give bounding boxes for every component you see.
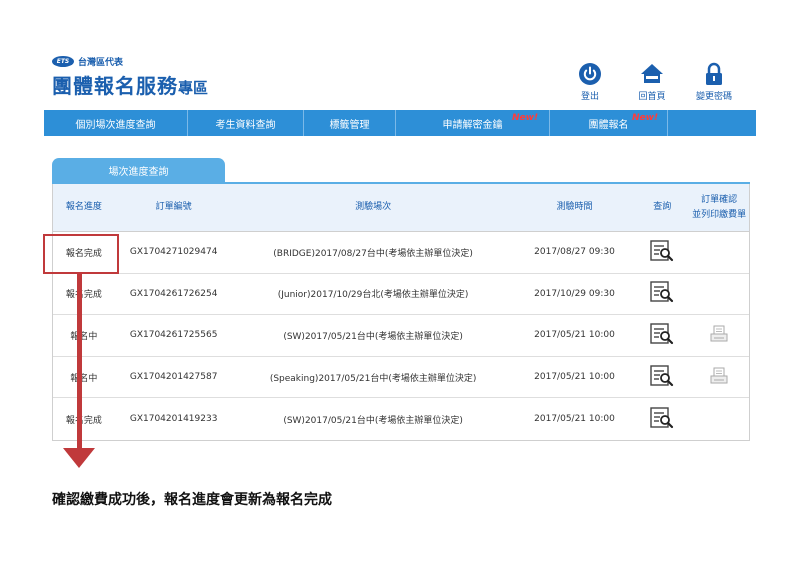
- nav-label: 標籤管理: [329, 119, 370, 131]
- confirm-cell: [689, 367, 749, 388]
- table-row: 報名中 GX1704261725565 (SW)2017/05/21台中(考場依主辦…: [53, 315, 749, 357]
- header-confirm-line1: 訂單確認: [701, 194, 738, 205]
- query-cell: [635, 240, 689, 265]
- nav-group-registration[interactable]: 團體報名 New!: [550, 110, 668, 136]
- top-links: 登出 回首頁 變更密碼: [566, 62, 738, 102]
- power-icon: [579, 63, 601, 85]
- session-cell: (BRIDGE)2017/08/27台中(考場依主辦單位決定): [273, 248, 473, 259]
- caption: 確認繳費成功後，報名進度會更新為報名完成: [52, 492, 332, 508]
- home-link[interactable]: 回首頁: [628, 62, 676, 102]
- query-cell: [635, 323, 689, 348]
- header-status: 報名進度: [65, 202, 102, 212]
- logout-link[interactable]: 登出: [566, 62, 614, 102]
- brand-logo: ETS 台灣區代表 團體報名服務專區: [52, 55, 208, 99]
- table-row: 報名完成 GX1704271029474 (BRIDGE)2017/08/27台中(…: [53, 232, 749, 274]
- brand-region: 台灣區代表: [78, 58, 124, 68]
- print-icon[interactable]: [710, 367, 728, 385]
- query-cell: [635, 406, 689, 432]
- nav-decryption-key[interactable]: 申請解密金鑰 New!: [396, 110, 550, 136]
- search-list-icon[interactable]: [650, 323, 674, 345]
- nav-label: 個別場次進度查詢: [75, 119, 156, 131]
- query-cell: [635, 281, 689, 306]
- order-no-cell: GX1704261726254: [129, 288, 218, 299]
- status-cell: 報名完成: [65, 290, 102, 301]
- ets-logo-icon: ETS: [52, 56, 74, 67]
- nav-label: 考生資料查詢: [215, 119, 276, 131]
- print-icon[interactable]: [710, 325, 728, 343]
- status-cell: 報名中: [70, 373, 98, 384]
- nav-label: 申請解密金鑰: [442, 119, 503, 131]
- time-cell: 2017/05/21 10:00: [534, 414, 615, 425]
- status-cell: 報名中: [70, 331, 98, 342]
- table-row: 報名中 GX1704201427587 (Speaking)2017/05/21台中…: [53, 357, 749, 399]
- nav-label: 團體報名: [588, 119, 629, 131]
- table-row: 報名完成 GX1704261726254 (Junior)2017/10/29台北(…: [53, 274, 749, 316]
- confirm-cell: [689, 325, 749, 346]
- logout-label: 登出: [580, 92, 599, 102]
- tab-session-progress[interactable]: 場次進度查詢: [52, 158, 225, 183]
- session-cell: (SW)2017/05/21台中(考場依主辦單位決定): [283, 331, 463, 342]
- time-cell: 2017/10/29 09:30: [534, 288, 615, 299]
- table-body: 報名完成 GX1704271029474 (BRIDGE)2017/08/27台中(…: [53, 232, 749, 440]
- time-cell: 2017/05/21 10:00: [534, 330, 615, 341]
- change-password-link[interactable]: 變更密碼: [690, 62, 738, 102]
- lock-icon: [706, 62, 722, 85]
- search-list-icon[interactable]: [650, 406, 674, 429]
- highlight-box: [43, 234, 119, 274]
- session-cell: (Speaking)2017/05/21台中(考場依主辦單位決定): [269, 373, 477, 384]
- search-list-icon[interactable]: [650, 281, 674, 303]
- table-row: 報名完成 GX1704201419233 (SW)2017/05/21台中(考場依主…: [53, 398, 749, 440]
- orders-table: 報名進度 訂單編號 測驗場次 測驗時間 查詢 訂單確認 並列印繳費單 報名完成 G…: [52, 184, 750, 441]
- search-list-icon[interactable]: [650, 240, 674, 262]
- header-confirm-line2: 並列印繳費單: [692, 209, 747, 220]
- session-cell: (SW)2017/05/21台中(考場依主辦單位決定): [283, 415, 463, 426]
- nav-candidate-lookup[interactable]: 考生資料查詢: [188, 110, 304, 136]
- search-list-icon[interactable]: [650, 364, 674, 387]
- site-title-sub: 專區: [178, 79, 209, 97]
- arrow-shaft: [77, 274, 82, 449]
- time-cell: 2017/05/21 10:00: [534, 372, 615, 383]
- down-arrow-icon: [63, 448, 95, 468]
- header-query: 查詢: [653, 202, 672, 212]
- nav-tag-management[interactable]: 標籤管理: [304, 110, 396, 136]
- status-cell: 報名完成: [65, 415, 102, 426]
- session-cell: (Junior)2017/10/29台北(考場依主辦單位決定): [277, 290, 469, 301]
- change-password-label: 變更密碼: [695, 92, 732, 102]
- order-no-cell: GX1704201419233: [129, 414, 218, 425]
- order-no-cell: GX1704261725565: [129, 330, 218, 341]
- header-session: 測驗場次: [355, 202, 392, 212]
- order-no-cell: GX1704271029474: [129, 247, 218, 258]
- table-header: 報名進度 訂單編號 測驗場次 測驗時間 查詢 訂單確認 並列印繳費單: [53, 184, 749, 232]
- header-order-no: 訂單編號: [155, 202, 192, 212]
- query-cell: [635, 364, 689, 390]
- site-title-main: 團體報名服務: [52, 74, 178, 98]
- new-badge: New!: [512, 113, 539, 123]
- time-cell: 2017/08/27 09:30: [534, 247, 615, 258]
- home-icon: [641, 64, 663, 83]
- home-label: 回首頁: [638, 92, 666, 102]
- header-confirm: 訂單確認 並列印繳費單: [689, 193, 749, 223]
- main-nav: 個別場次進度查詢 考生資料查詢 標籤管理 申請解密金鑰 New! 團體報名 Ne…: [44, 110, 756, 136]
- new-badge: New!: [632, 113, 659, 123]
- order-no-cell: GX1704201427587: [129, 372, 218, 383]
- nav-session-progress[interactable]: 個別場次進度查詢: [44, 110, 188, 136]
- site-title: 團體報名服務專區: [52, 70, 208, 99]
- header-time: 測驗時間: [556, 202, 593, 212]
